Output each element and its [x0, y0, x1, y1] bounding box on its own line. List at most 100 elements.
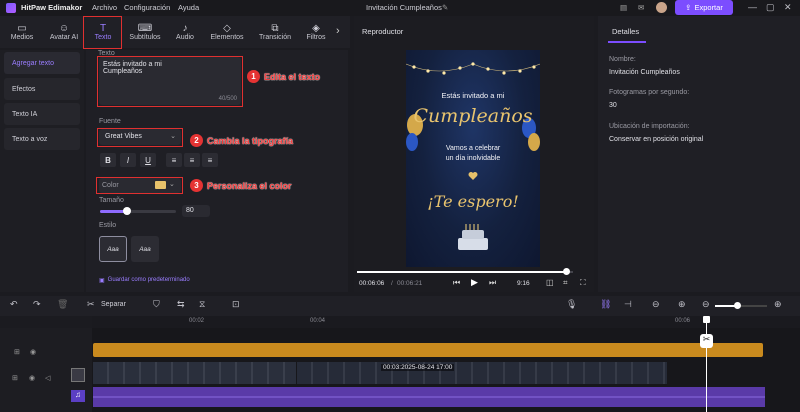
- highlight-box-text: [97, 56, 243, 107]
- export-label: Exportar: [694, 3, 723, 12]
- highlight-box-texto: [83, 16, 122, 49]
- style-option-2[interactable]: Aaa: [131, 236, 159, 262]
- play-icon[interactable]: ▶: [471, 277, 478, 288]
- nav-texto-a-voz[interactable]: Texto a voz: [4, 128, 80, 150]
- save-default-link[interactable]: ▣ Guardar como predeterminado: [99, 277, 190, 284]
- nav-agregar-texto[interactable]: Agregar texto: [4, 52, 80, 74]
- zoom-slider-handle[interactable]: [734, 302, 741, 309]
- redo-icon[interactable]: ↷: [33, 299, 41, 310]
- size-slider[interactable]: [100, 207, 176, 215]
- close-icon[interactable]: ✕: [784, 2, 792, 13]
- snapshot-icon[interactable]: ◫: [546, 278, 554, 287]
- elements-icon: ◇: [223, 23, 231, 34]
- layout-icon[interactable]: ▤: [620, 3, 627, 12]
- project-title: Invitación Cumpleaños: [366, 3, 442, 12]
- chevron-right-icon[interactable]: ›: [336, 25, 340, 37]
- video-preview[interactable]: Estás invitado a mi Cumpleaños Vamos a c…: [406, 50, 540, 267]
- ruler-tick: 00:02: [189, 318, 205, 324]
- size-input[interactable]: 80: [182, 205, 210, 217]
- callout-number: 2: [190, 134, 203, 147]
- edit-title-icon[interactable]: ✎: [442, 3, 448, 12]
- tab-label: Medios: [10, 34, 34, 41]
- tab-avatar-ai[interactable]: ☺ Avatar AI: [44, 18, 84, 46]
- menu-archivo[interactable]: Archivo: [92, 3, 117, 12]
- track-mute-icon[interactable]: ◁: [45, 374, 50, 382]
- track-visibility-icon[interactable]: ◉: [29, 374, 35, 382]
- scissors-icon[interactable]: ✂: [700, 334, 713, 348]
- split-icon[interactable]: ✂: [87, 299, 95, 310]
- style-option-1[interactable]: Aaa: [99, 236, 127, 262]
- shield-icon[interactable]: ⛉: [153, 299, 160, 310]
- underline-button[interactable]: U: [140, 153, 156, 167]
- nav-efectos[interactable]: Efectos: [4, 78, 80, 100]
- italic-button[interactable]: I: [120, 153, 136, 167]
- fit-icon[interactable]: ⊕: [678, 299, 686, 310]
- track-lock-icon[interactable]: ⊞: [14, 348, 20, 356]
- maximize-icon[interactable]: ▢: [766, 2, 775, 13]
- cover-thumbnail-icon[interactable]: [71, 368, 85, 382]
- fullscreen-icon[interactable]: ⛶: [580, 278, 586, 288]
- music-icon[interactable]: ♫: [71, 390, 85, 402]
- tab-transicion[interactable]: ⧉ Transición: [254, 18, 296, 46]
- tab-label: Elementos: [210, 34, 244, 41]
- callout-number: 3: [190, 179, 203, 192]
- align-center-icon[interactable]: ≡: [184, 153, 200, 167]
- playhead-handle[interactable]: [703, 316, 710, 323]
- snap-icon[interactable]: ⊣: [624, 299, 632, 310]
- tab-medios[interactable]: ▭ Medios: [4, 18, 40, 46]
- ruler-tick: 00:04: [310, 318, 326, 324]
- crop-icon[interactable]: ⌗: [563, 278, 568, 288]
- tab-detalles[interactable]: Detalles: [612, 27, 639, 36]
- location-value: Conservar en posición original: [609, 136, 704, 143]
- tab-filtros[interactable]: ◈ Filtros: [300, 18, 332, 46]
- save-default-label: Guardar como predeterminado: [107, 277, 190, 283]
- minimize-icon[interactable]: —: [748, 2, 757, 12]
- name-label: Nombre:: [609, 56, 636, 63]
- zoom-slider[interactable]: [715, 305, 767, 307]
- export-button[interactable]: ⇪ Exportar: [675, 0, 733, 15]
- app-logo-icon: [6, 3, 16, 13]
- video-clip-1[interactable]: [93, 362, 296, 384]
- card-line4: un día inolvidable: [445, 155, 501, 162]
- next-frame-icon[interactable]: ⏭: [489, 278, 496, 288]
- zoom-out-icon[interactable]: ⊖: [702, 299, 710, 310]
- track-visibility-icon[interactable]: ◉: [30, 348, 36, 356]
- text-clip[interactable]: [93, 343, 763, 357]
- playback-handle[interactable]: [563, 268, 571, 275]
- track-lock-icon[interactable]: ⊞: [12, 374, 18, 382]
- avatar[interactable]: [656, 2, 667, 13]
- clip-label: 00:03:2025-08-24 17:00: [381, 364, 455, 371]
- notification-icon[interactable]: ✉: [638, 3, 644, 12]
- text-box-icon[interactable]: ⊡: [232, 299, 240, 310]
- playback-progress[interactable]: [357, 271, 573, 273]
- aspect-ratio[interactable]: 9:16: [517, 280, 530, 287]
- align-left-icon[interactable]: ≡: [166, 153, 182, 167]
- zoom-in-icon[interactable]: ⊕: [774, 299, 782, 310]
- active-tab-indicator: [608, 41, 646, 43]
- crossfade-icon[interactable]: ⧖: [199, 299, 205, 310]
- nav-texto-ia[interactable]: Texto IA: [4, 103, 80, 125]
- microphone-icon[interactable]: 🎙: [566, 299, 577, 310]
- avatar-icon: ☺: [58, 23, 70, 34]
- tab-audio[interactable]: ♪ Audio: [168, 18, 202, 46]
- menu-configuracion[interactable]: Configuración: [124, 3, 170, 12]
- prev-frame-icon[interactable]: ⏮: [453, 278, 460, 288]
- size-label: Tamaño: [99, 197, 124, 204]
- playback-progress-fill: [357, 271, 567, 273]
- split-label[interactable]: Separar: [101, 301, 126, 308]
- undo-icon[interactable]: ↶: [10, 299, 18, 310]
- align-icon[interactable]: ⇆: [177, 299, 185, 310]
- delete-icon[interactable]: 🗑: [57, 299, 68, 310]
- align-right-icon[interactable]: ≡: [202, 153, 218, 167]
- magnet-icon[interactable]: ⊖: [652, 299, 660, 310]
- tab-subtitulos[interactable]: ⌨ Subtítulos: [124, 18, 166, 46]
- link-icon[interactable]: ⛓: [600, 299, 611, 310]
- bold-button[interactable]: B: [100, 153, 116, 167]
- size-slider-handle[interactable]: [122, 207, 131, 215]
- video-clip-2[interactable]: 00:03:2025-08-24 17:00: [297, 362, 667, 384]
- highlight-box-font: [97, 128, 183, 147]
- tab-elementos[interactable]: ◇ Elementos: [204, 18, 250, 46]
- style-label: Estilo: [99, 222, 117, 229]
- audio-clip[interactable]: [93, 387, 765, 407]
- menu-ayuda[interactable]: Ayuda: [178, 3, 199, 12]
